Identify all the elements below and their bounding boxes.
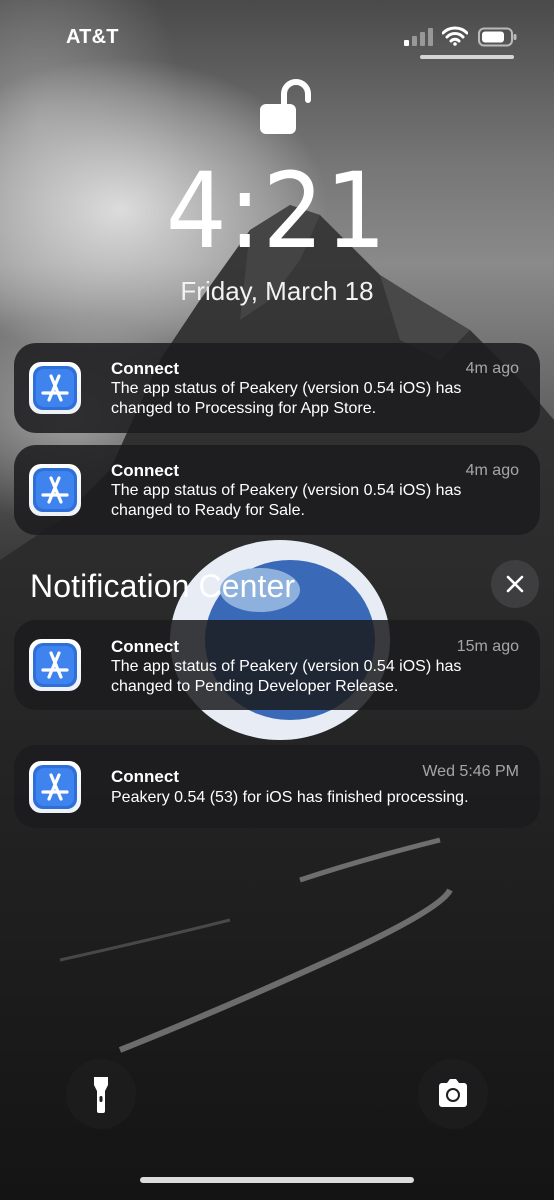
app-store-connect-icon bbox=[29, 761, 81, 813]
flashlight-button[interactable] bbox=[66, 1059, 136, 1129]
control-center-indicator[interactable] bbox=[420, 55, 514, 59]
notification-app-name: Connect bbox=[111, 359, 179, 378]
app-store-connect-icon bbox=[29, 362, 81, 414]
lock-screen-date: Friday, March 18 bbox=[180, 276, 374, 306]
flashlight-icon bbox=[94, 1077, 108, 1113]
status-bar: AT&T bbox=[0, 0, 554, 70]
notification-app-name: Connect bbox=[111, 637, 179, 656]
notification-card[interactable]: Connect 15m ago The app status of Peaker… bbox=[14, 620, 540, 710]
lock-screen-time: 4:21 bbox=[165, 150, 389, 272]
notification-app-name: Connect bbox=[111, 767, 179, 786]
cellular-signal-icon bbox=[404, 28, 433, 46]
notification-body: Peakery 0.54 (53) for iOS has finished p… bbox=[111, 789, 469, 806]
home-indicator[interactable] bbox=[140, 1177, 414, 1183]
camera-icon bbox=[439, 1079, 467, 1107]
notification-center-header: Notification Center bbox=[30, 568, 296, 604]
notification-body: The app status of Peakery (version 0.54 … bbox=[111, 380, 462, 417]
notification-time: 4m ago bbox=[465, 360, 519, 377]
camera-button[interactable] bbox=[418, 1059, 488, 1129]
notification-body: The app status of Peakery (version 0.54 … bbox=[111, 658, 462, 695]
notification-body: The app status of Peakery (version 0.54 … bbox=[111, 482, 462, 519]
wifi-icon bbox=[442, 26, 468, 46]
notification-card[interactable]: Connect Wed 5:46 PM Peakery 0.54 (53) fo… bbox=[14, 745, 540, 828]
notification-time: 4m ago bbox=[465, 462, 519, 479]
app-store-connect-icon bbox=[29, 464, 81, 516]
notification-time: Wed 5:46 PM bbox=[422, 763, 519, 780]
clear-notifications-button[interactable] bbox=[491, 560, 539, 608]
notification-card[interactable]: Connect 4m ago The app status of Peakery… bbox=[14, 343, 540, 433]
notification-app-name: Connect bbox=[111, 461, 179, 480]
notification-time: 15m ago bbox=[456, 638, 519, 655]
battery-icon bbox=[478, 27, 517, 47]
notification-card[interactable]: Connect 4m ago The app status of Peakery… bbox=[14, 445, 540, 535]
app-store-connect-icon bbox=[29, 639, 81, 691]
unlocked-padlock-icon bbox=[260, 79, 311, 134]
close-x-icon bbox=[506, 575, 524, 593]
lock-screen: AT&T 4:21 Friday, March 18 Connect 4m ag… bbox=[0, 0, 554, 1200]
carrier-label: AT&T bbox=[66, 26, 119, 48]
